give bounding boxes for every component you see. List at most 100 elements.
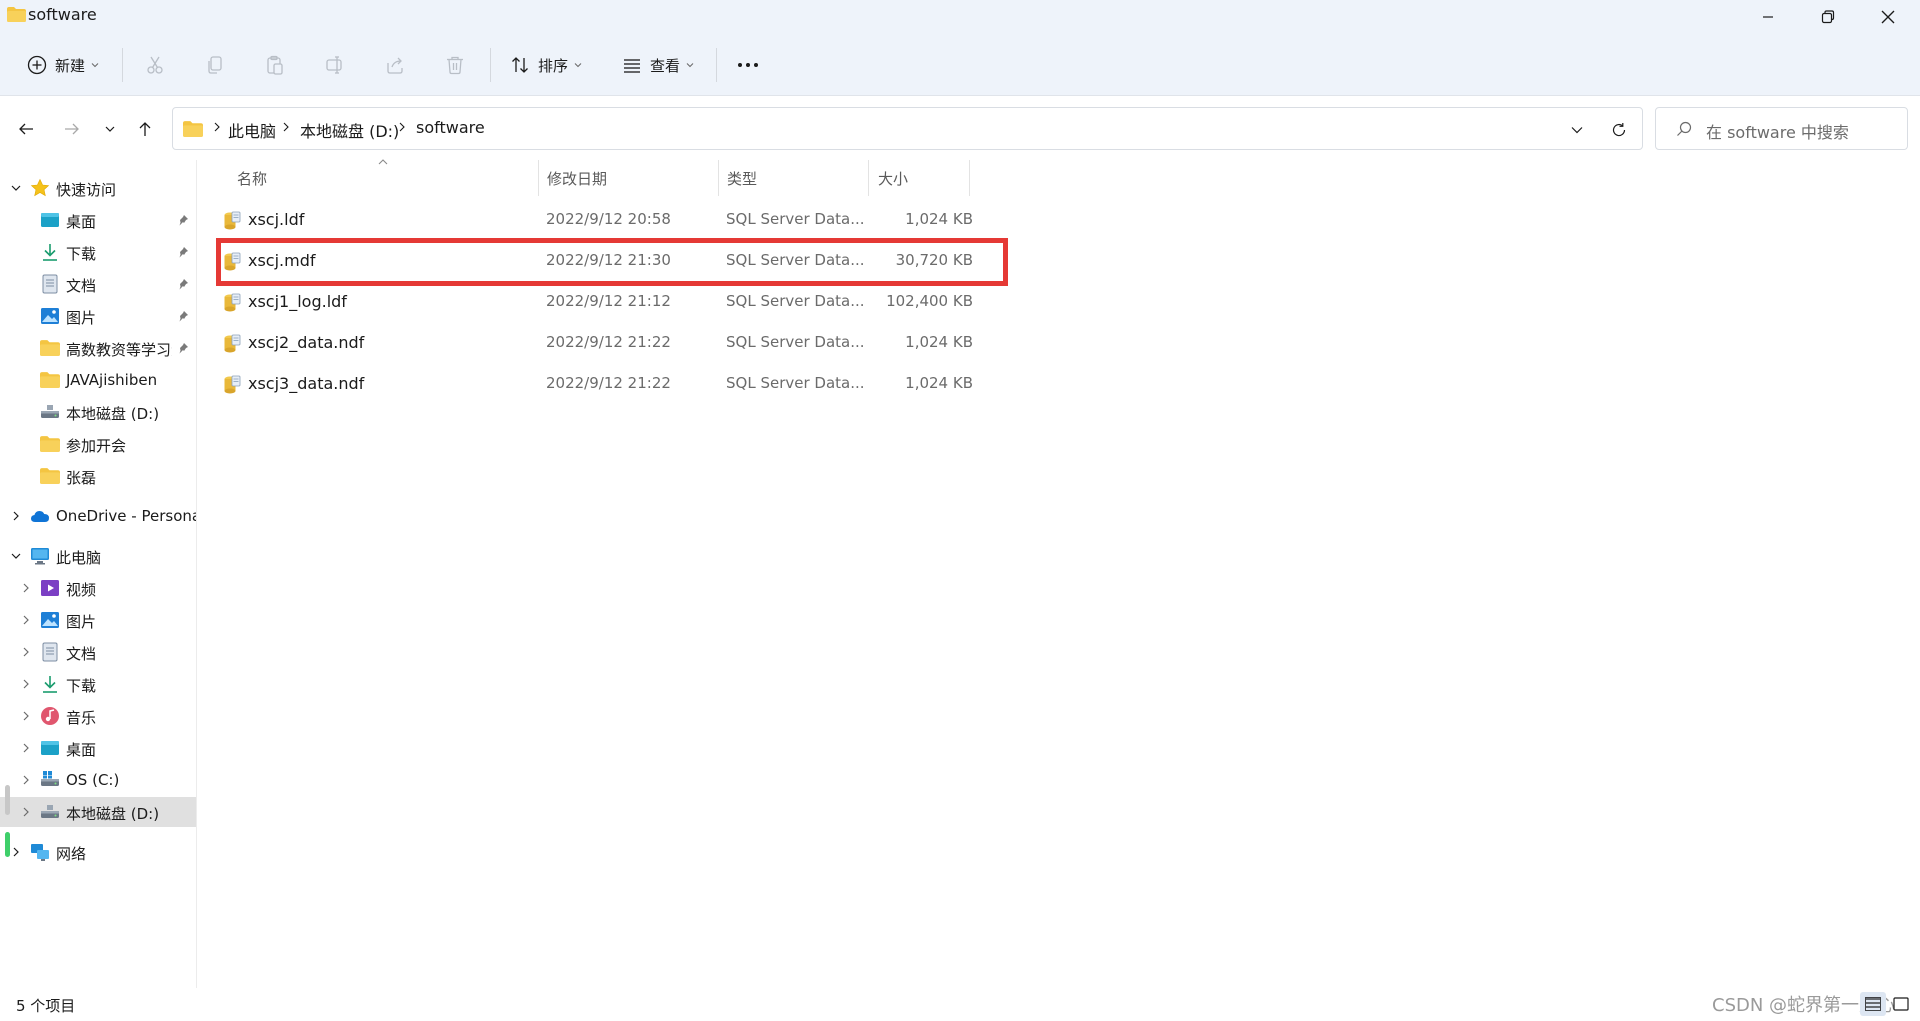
- sidebar-item-desktop[interactable]: 桌面: [0, 205, 196, 235]
- sidebar-item-pc-desktop[interactable]: 桌面: [0, 733, 196, 763]
- sidebar-item-downloads[interactable]: 下载: [0, 237, 196, 267]
- delete-button[interactable]: [435, 44, 475, 86]
- sidebar-item-pc-documents[interactable]: 文档: [0, 637, 196, 667]
- sidebar-item-network[interactable]: 网络: [0, 837, 196, 867]
- back-button[interactable]: [9, 112, 43, 146]
- folder-icon: [40, 340, 60, 356]
- tiles-view-button[interactable]: [1888, 992, 1914, 1016]
- sidebar-item-onedrive[interactable]: OneDrive - Personal: [0, 501, 196, 531]
- scroll-accent: [5, 832, 10, 857]
- separator: [490, 48, 491, 82]
- video-icon: [41, 580, 59, 596]
- sidebar-item-videos[interactable]: 视频: [0, 573, 196, 603]
- refresh-button[interactable]: [1605, 116, 1633, 144]
- column-header-name[interactable]: 名称: [213, 159, 538, 196]
- sidebar-item-javajishiben[interactable]: JAVAjishiben: [0, 365, 196, 395]
- paste-button[interactable]: [255, 44, 295, 86]
- file-date: 2022/9/12 21:12: [546, 292, 671, 310]
- column-label-type: 类型: [727, 170, 758, 188]
- share-button[interactable]: [375, 44, 415, 86]
- folder-icon: [7, 7, 26, 22]
- sidebar-item-study-materials[interactable]: 高数教资等学习资料: [0, 333, 196, 363]
- sidebar-item-documents[interactable]: 文档: [0, 269, 196, 299]
- address-bar[interactable]: 此电脑 本地磁盘 (D:) software: [172, 107, 1643, 150]
- column-label-date: 修改日期: [547, 170, 608, 188]
- command-bar: 新建 排序 查看: [0, 34, 1920, 96]
- more-button[interactable]: [728, 44, 768, 86]
- address-history-button[interactable]: [1563, 116, 1591, 144]
- restore-button[interactable]: [1798, 0, 1858, 34]
- chevron-down-icon: [11, 553, 21, 559]
- computer-icon: [31, 548, 49, 565]
- sort-button[interactable]: 排序: [505, 44, 587, 86]
- forward-button[interactable]: [55, 112, 89, 146]
- document-icon: [42, 274, 58, 294]
- sidebar-item-label: JAVAjishiben: [66, 371, 158, 389]
- annotation-highlight-box: [216, 238, 1008, 286]
- share-icon: [387, 57, 403, 74]
- details-view-button[interactable]: [1860, 992, 1886, 1016]
- sidebar-item-this-pc[interactable]: 此电脑: [0, 541, 196, 571]
- file-row[interactable]: xscj2_data.ndf 2022/9/12 21:22 SQL Serve…: [213, 323, 973, 364]
- column-header-type[interactable]: 类型: [719, 160, 868, 196]
- cut-button[interactable]: [135, 44, 175, 86]
- close-button[interactable]: [1858, 0, 1918, 34]
- copy-button[interactable]: [195, 44, 235, 86]
- file-row[interactable]: xscj.ldf 2022/9/12 20:58 SQL Server Data…: [213, 200, 973, 241]
- file-date: 2022/9/12 21:22: [546, 374, 671, 392]
- file-date: 2022/9/12 21:22: [546, 333, 671, 351]
- file-row[interactable]: xscj3_data.ndf 2022/9/12 21:22 SQL Serve…: [213, 364, 973, 405]
- chevron-right-icon: [23, 647, 29, 657]
- sort-ascending-icon: [378, 159, 388, 165]
- refresh-icon: [1612, 123, 1626, 137]
- chevron-down-icon: [574, 63, 582, 68]
- navigation-pane[interactable]: 快速访问 桌面 下载 文档 图片 高数教资等学习资料 JAVAjishiben …: [0, 160, 197, 988]
- file-date: 2022/9/12 20:58: [546, 210, 671, 228]
- desktop-icon: [41, 213, 59, 227]
- sidebar-item-quick-access[interactable]: 快速访问: [0, 173, 196, 203]
- sidebar-item-label: 桌面: [66, 213, 97, 231]
- minimize-button[interactable]: [1738, 0, 1798, 34]
- add-icon: [27, 55, 47, 75]
- desktop-icon: [41, 741, 59, 755]
- chevron-right-icon: [23, 583, 29, 593]
- picture-icon: [41, 308, 59, 324]
- new-button[interactable]: 新建: [18, 44, 108, 86]
- column-label-size: 大小: [878, 170, 909, 188]
- separator: [716, 48, 717, 82]
- sidebar-item-label: 图片: [66, 309, 97, 327]
- recent-locations-button[interactable]: [93, 112, 127, 146]
- view-list-icon: [623, 59, 640, 73]
- sidebar-item-pictures[interactable]: 图片: [0, 301, 196, 331]
- sidebar-item-label: 本地磁盘 (D:): [66, 805, 160, 823]
- column-divider[interactable]: [969, 160, 970, 196]
- rename-button[interactable]: [315, 44, 355, 86]
- chevron-right-icon: [23, 679, 29, 689]
- sidebar-item-music[interactable]: 音乐: [0, 701, 196, 731]
- sidebar-item-quick-drive-d[interactable]: 本地磁盘 (D:): [0, 397, 196, 427]
- scrollbar-thumb[interactable]: [5, 785, 10, 815]
- sidebar-item-pc-downloads[interactable]: 下载: [0, 669, 196, 699]
- chevron-right-icon: [23, 743, 29, 753]
- search-input[interactable]: 在 software 中搜索: [1655, 107, 1908, 150]
- item-count: 5 个项目: [16, 997, 76, 1015]
- column-header-size[interactable]: 大小: [869, 160, 969, 196]
- sidebar-item-meeting[interactable]: 参加开会: [0, 429, 196, 459]
- window-title: software: [28, 5, 97, 24]
- breadcrumb-drive-d[interactable]: 本地磁盘 (D:): [300, 118, 399, 142]
- breadcrumb-software[interactable]: software: [416, 118, 485, 137]
- sidebar-item-zhanglei[interactable]: 张磊: [0, 461, 196, 491]
- column-header-date[interactable]: 修改日期: [539, 160, 718, 196]
- sidebar-item-pc-pictures[interactable]: 图片: [0, 605, 196, 635]
- breadcrumb-this-pc[interactable]: 此电脑: [228, 118, 276, 142]
- sidebar-item-label: 音乐: [66, 709, 97, 727]
- view-button[interactable]: 查看: [616, 44, 700, 86]
- sidebar-item-os-c[interactable]: OS (C:): [0, 765, 196, 795]
- up-button[interactable]: [128, 112, 162, 146]
- cloud-icon: [31, 511, 49, 522]
- file-row[interactable]: xscj1_log.ldf 2022/9/12 21:12 SQL Server…: [213, 282, 973, 323]
- chevron-right-icon: [23, 615, 29, 625]
- drive-icon: [41, 405, 59, 418]
- sidebar-item-label: OS (C:): [66, 771, 120, 789]
- sidebar-item-drive-d[interactable]: 本地磁盘 (D:): [0, 797, 196, 827]
